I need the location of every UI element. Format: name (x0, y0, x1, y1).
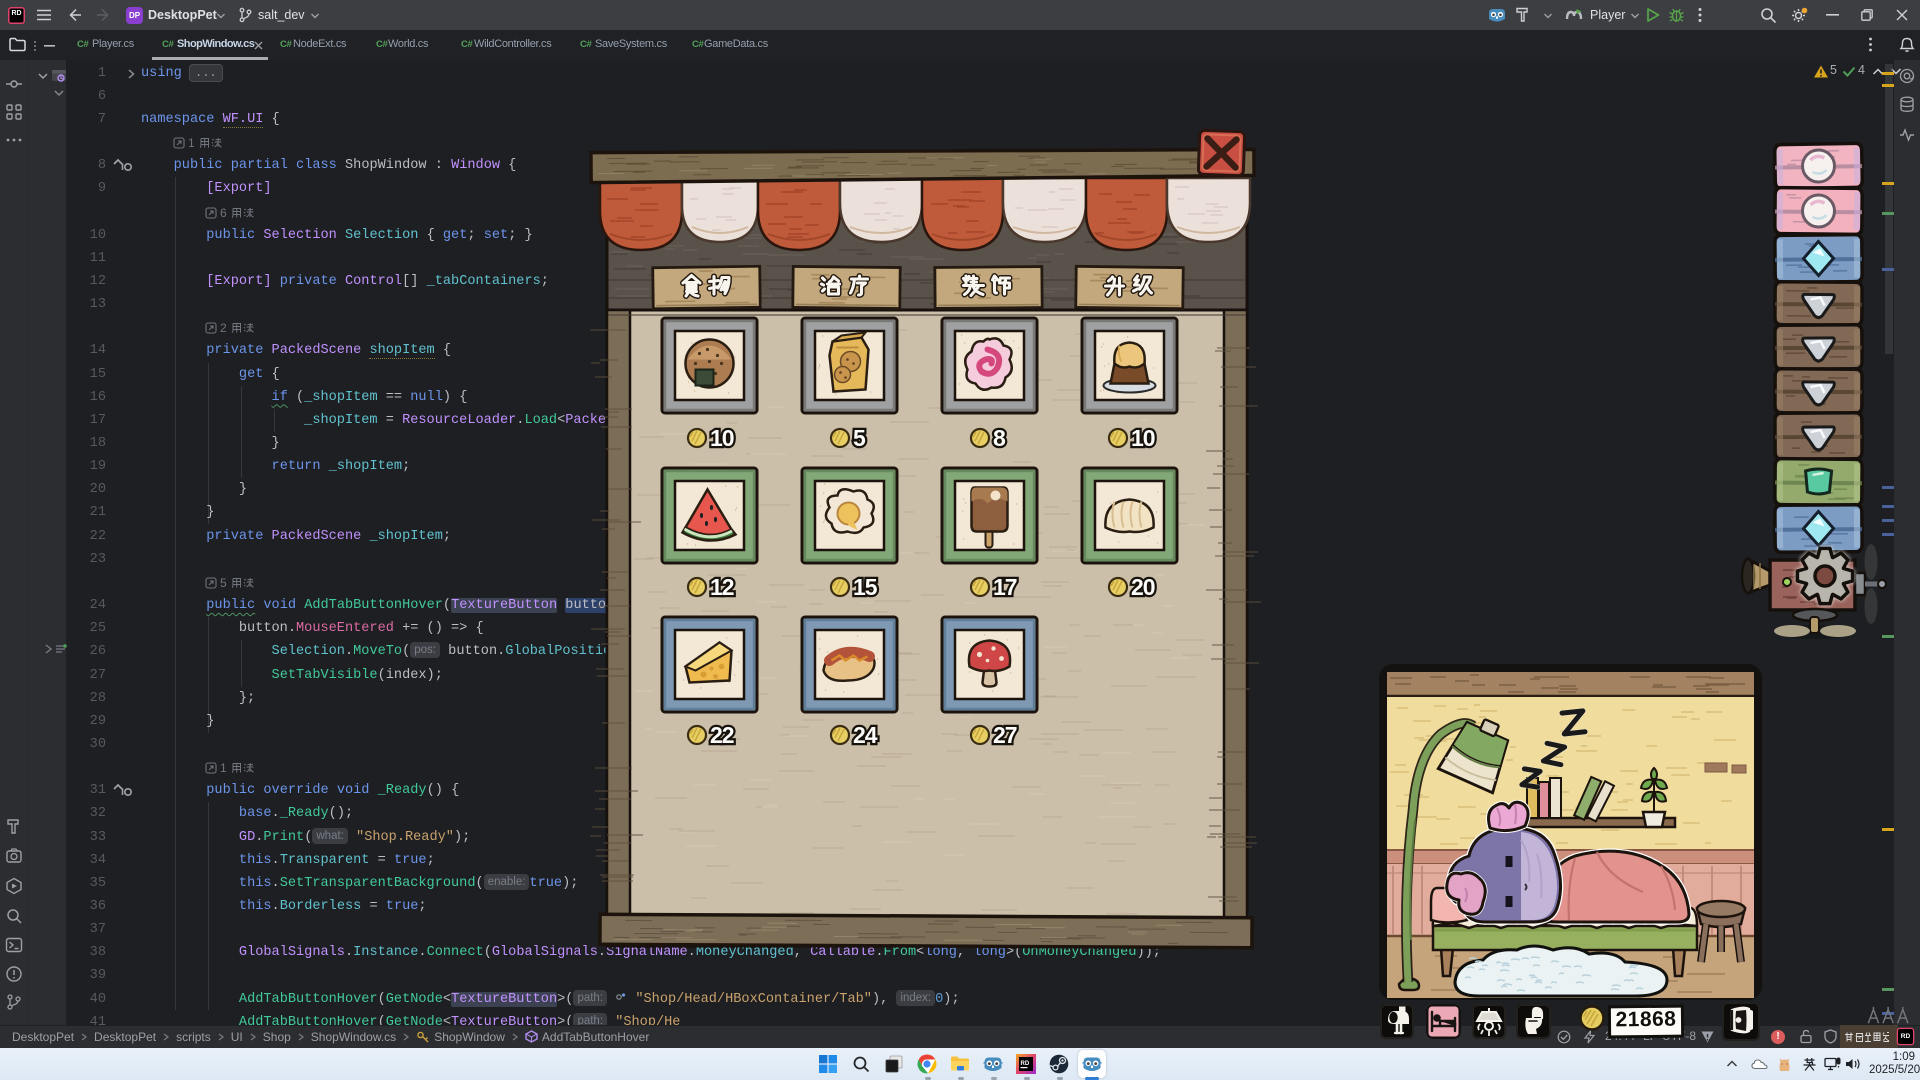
svg-text:10: 10 (710, 425, 734, 451)
svg-text:22: 22 (710, 722, 734, 748)
svg-text:10: 10 (1131, 425, 1155, 451)
svg-text:17: 17 (993, 574, 1017, 600)
svg-text:8: 8 (993, 425, 1006, 451)
svg-text:12: 12 (710, 574, 734, 600)
svg-text:15: 15 (853, 574, 878, 600)
svg-text:27: 27 (993, 722, 1017, 748)
svg-text:20: 20 (1131, 574, 1155, 600)
svg-text:5: 5 (853, 425, 866, 451)
svg-text:24: 24 (853, 722, 878, 748)
